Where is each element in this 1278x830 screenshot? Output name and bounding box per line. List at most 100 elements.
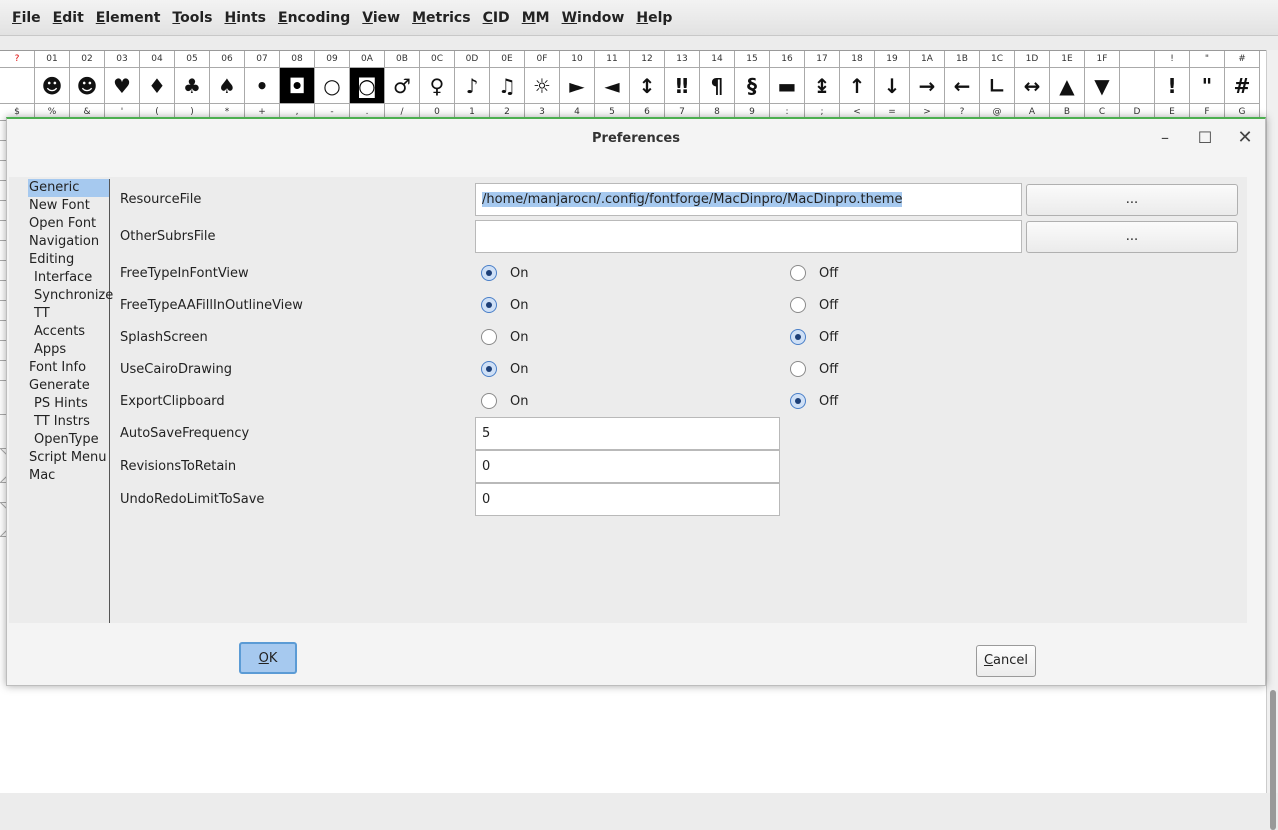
radio-off-indicator[interactable] [790,361,806,377]
sidebar-item[interactable]: Mac [28,467,109,485]
glyph-cell[interactable]: ♦ [140,68,175,104]
glyph-cell[interactable]: " [1190,68,1225,104]
radio-on[interactable]: On [481,265,528,281]
number-input[interactable]: 5 [475,417,780,450]
glyph-cell[interactable]: • [245,68,280,104]
radio-on-indicator[interactable] [481,361,497,377]
glyph-cell[interactable]: ◘ [280,68,315,104]
sidebar-item[interactable]: Generate [28,377,109,395]
radio-off[interactable]: Off [790,329,838,345]
maximize-icon[interactable]: ☐ [1193,126,1217,150]
glyph-cell[interactable] [0,68,35,104]
sidebar-item[interactable]: Font Info [28,359,109,377]
othersubrsfile-browse-button[interactable]: ... [1026,221,1238,253]
glyph-cell[interactable]: ↓ [875,68,910,104]
glyph-cell[interactable] [1120,68,1155,104]
radio-on-indicator[interactable] [481,393,497,409]
sidebar-item[interactable]: Generic [28,179,109,197]
glyph-label: # [1225,51,1260,68]
close-icon[interactable]: ✕ [1233,126,1257,150]
glyph-cell[interactable]: ¶ [700,68,735,104]
glyph-cell[interactable]: ☻ [70,68,105,104]
sidebar-item[interactable]: OpenType [28,431,109,449]
sidebar-item[interactable]: TT [28,305,109,323]
radio-off-indicator[interactable] [790,329,806,345]
radio-on-indicator[interactable] [481,297,497,313]
menu-item[interactable]: Encoding [272,10,356,26]
glyph-cell[interactable]: ↑ [840,68,875,104]
radio-off[interactable]: Off [790,265,838,281]
radio-off-indicator[interactable] [790,297,806,313]
glyph-cell[interactable]: ► [560,68,595,104]
sidebar-item[interactable]: Editing [28,251,109,269]
glyph-cell[interactable]: ↨ [805,68,840,104]
radio-off-indicator[interactable] [790,265,806,281]
radio-off[interactable]: Off [790,361,838,377]
cancel-button[interactable]: Cancel [976,645,1036,677]
glyph-cell[interactable]: ♫ [490,68,525,104]
sidebar-item[interactable]: PS Hints [28,395,109,413]
glyph-cell[interactable]: ▲ [1050,68,1085,104]
menu-item[interactable]: Window [556,10,631,26]
font-view-scrollbar[interactable] [1266,50,1278,830]
radio-off-indicator[interactable] [790,393,806,409]
glyph-cell[interactable]: → [910,68,945,104]
radio-on[interactable]: On [481,329,528,345]
menu-item[interactable]: Help [630,10,678,26]
resourcefile-input[interactable]: /home/manjarocn/.config/fontforge/MacDin… [475,183,1022,216]
glyph-cell[interactable]: ! [1155,68,1190,104]
menu-item[interactable]: File [6,10,47,26]
sidebar-item[interactable]: Navigation [28,233,109,251]
menu-item[interactable]: MM [516,10,556,26]
glyph-cell[interactable]: ♠ [210,68,245,104]
radio-on[interactable]: On [481,361,528,377]
glyph-cell[interactable]: ↔ [1015,68,1050,104]
glyph-cell[interactable]: ☻ [35,68,70,104]
sidebar-item[interactable]: Synchronize [28,287,113,305]
othersubrsfile-input[interactable] [475,220,1022,253]
sidebar-item[interactable]: Accents [28,323,109,341]
sidebar-item[interactable]: Apps [28,341,109,359]
ok-button[interactable]: OK [239,642,297,674]
sidebar-item[interactable]: Script Menu [28,449,109,467]
sidebar-item[interactable]: TT Instrs [28,413,109,431]
minimize-icon[interactable]: – [1153,126,1177,150]
menu-item[interactable]: CID [477,10,516,26]
menu-item[interactable]: Metrics [406,10,476,26]
glyph-cell[interactable]: ☼ [525,68,560,104]
number-input[interactable]: 0 [475,483,780,516]
radio-on[interactable]: On [481,393,528,409]
menu-item[interactable]: Tools [166,10,218,26]
sidebar-item[interactable]: Interface [28,269,109,287]
resourcefile-browse-button[interactable]: ... [1026,184,1238,216]
glyph-cell[interactable]: ← [945,68,980,104]
glyph-cell[interactable]: ↕ [630,68,665,104]
glyph-cell[interactable]: ‼ [665,68,700,104]
glyph-cell[interactable]: ♂ [385,68,420,104]
scrollbar-thumb[interactable] [1270,690,1276,830]
radio-off[interactable]: Off [790,393,838,409]
glyph-cell[interactable]: ○ [315,68,350,104]
menu-item[interactable]: Hints [218,10,272,26]
sidebar-item[interactable]: New Font [28,197,109,215]
glyph-cell[interactable]: ▬ [770,68,805,104]
glyph-cell[interactable]: ▼ [1085,68,1120,104]
glyph-cell[interactable]: ♪ [455,68,490,104]
sidebar-item[interactable]: Open Font [28,215,109,233]
radio-on[interactable]: On [481,297,528,313]
glyph-cell[interactable]: ∟ [980,68,1015,104]
menu-item[interactable]: View [356,10,406,26]
glyph-cell[interactable]: ♀ [420,68,455,104]
menu-item[interactable]: Edit [47,10,90,26]
glyph-cell[interactable]: ◄ [595,68,630,104]
number-input[interactable]: 0 [475,450,780,483]
radio-on-indicator[interactable] [481,265,497,281]
radio-off[interactable]: Off [790,297,838,313]
glyph-cell[interactable]: ◙ [350,68,385,104]
glyph-cell[interactable]: ♣ [175,68,210,104]
radio-on-indicator[interactable] [481,329,497,345]
glyph-cell[interactable]: ♥ [105,68,140,104]
menu-item[interactable]: Element [90,10,167,26]
glyph-cell[interactable]: # [1225,68,1260,104]
glyph-cell[interactable]: § [735,68,770,104]
